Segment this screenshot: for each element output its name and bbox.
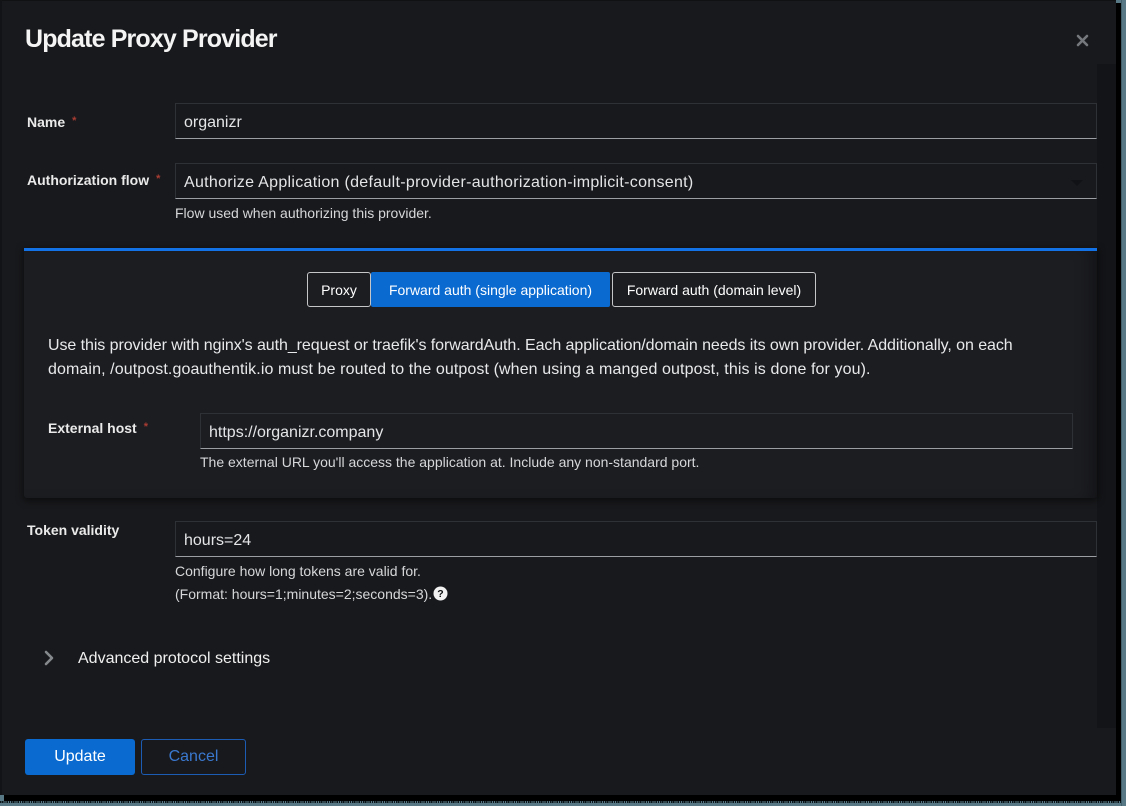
svg-text:?: ?: [437, 588, 443, 600]
